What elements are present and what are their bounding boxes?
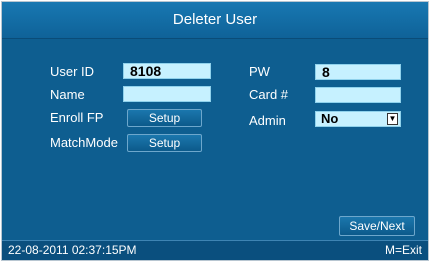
enroll-fp-setup-button[interactable]: Setup [127,109,202,127]
user-id-field[interactable]: 8108 [123,63,211,79]
pw-field[interactable]: 8 [315,64,401,80]
save-next-button[interactable]: Save/Next [339,216,415,236]
matchmode-setup-button[interactable]: Setup [127,134,202,152]
user-id-label: User ID [50,64,95,79]
name-field[interactable] [123,86,211,102]
admin-select[interactable]: No ▼ [315,111,401,127]
datetime-display: 22-08-2011 02:37:15PM [8,243,137,257]
exit-hint: M=Exit [384,243,422,257]
enroll-fp-label: Enroll FP [50,110,104,125]
admin-label: Admin [249,113,286,128]
device-screen: Deleter User User ID 8108 Name Enroll FP… [1,1,429,261]
name-label: Name [50,87,85,102]
card-label: Card # [249,87,289,102]
admin-select-value: No [321,111,339,126]
pw-label: PW [249,64,270,79]
card-field[interactable] [315,87,401,103]
status-bar: 22-08-2011 02:37:15PM M=Exit [2,240,428,260]
dropdown-arrow-icon[interactable]: ▼ [387,113,398,125]
matchmode-label: MatchMode [50,135,118,150]
